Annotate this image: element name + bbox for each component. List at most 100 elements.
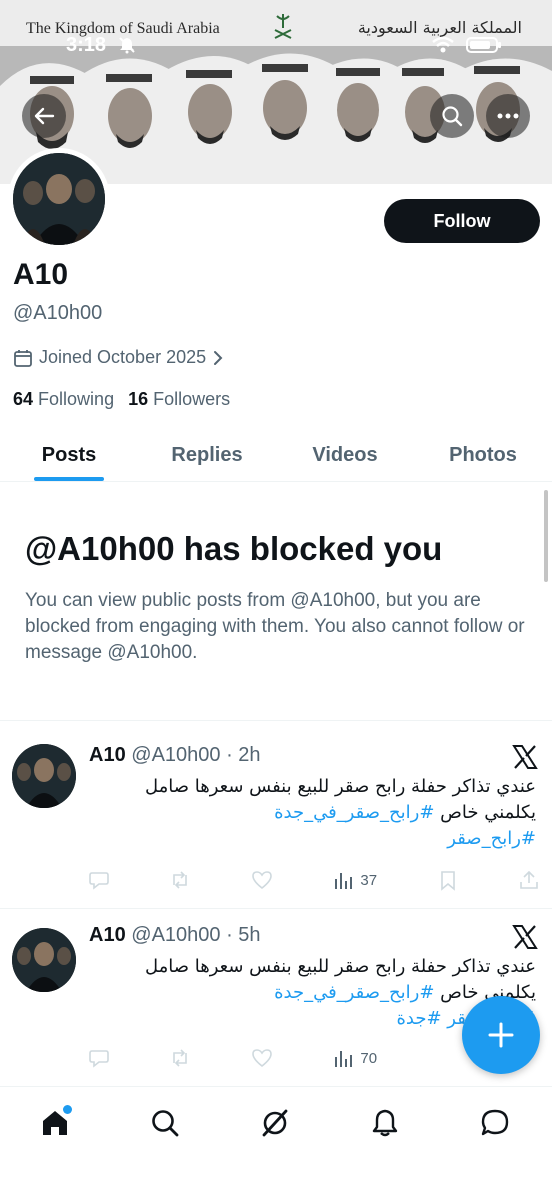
followers-label: Followers <box>153 389 231 409</box>
nav-messages[interactable] <box>475 1103 515 1143</box>
active-tab-indicator <box>34 477 104 481</box>
wifi-icon <box>432 36 454 53</box>
status-time: 3:18 <box>66 34 107 56</box>
follow-button[interactable]: Follow <box>384 199 540 243</box>
views-button[interactable]: 70 <box>332 1047 377 1069</box>
post-line: عندي تذاكر حفلة رابح صقر للبيع بنفس سعره… <box>144 776 536 797</box>
x-logo-icon <box>512 745 538 769</box>
avatar-photo <box>12 744 76 808</box>
tab-replies[interactable]: Replies <box>138 430 276 481</box>
post-avatar[interactable] <box>12 744 76 808</box>
x-logo-icon <box>512 925 538 949</box>
banner-title-ar: المملكة العربية السعودية <box>357 18 522 37</box>
plus-icon <box>488 1022 514 1048</box>
nav-home[interactable] <box>35 1103 75 1143</box>
profile-handle: @A10h00 <box>13 302 103 324</box>
views-chart-icon <box>335 1051 353 1067</box>
grok-icon <box>262 1109 288 1137</box>
post-actions: 37 <box>88 868 540 892</box>
nav-search[interactable] <box>145 1103 185 1143</box>
more-options-button[interactable] <box>486 94 530 138</box>
tab-posts[interactable]: Posts <box>0 430 138 481</box>
repost-button[interactable] <box>169 869 191 891</box>
repost-button[interactable] <box>169 1047 191 1069</box>
views-chart-icon <box>335 873 353 889</box>
share-icon <box>520 870 538 889</box>
profile-tabs: Posts Replies Videos Photos <box>0 430 552 482</box>
post-plain-text: يكلمني خاص <box>440 802 536 823</box>
avatar-photo <box>12 928 76 992</box>
post-meta: @A10h00 · 2h <box>131 744 261 766</box>
followers-count: 16 <box>128 389 149 409</box>
post-line: #رابح_صقر <box>86 826 536 852</box>
calendar-icon <box>14 349 32 367</box>
bell-icon <box>372 1109 398 1137</box>
nav-grok[interactable] <box>255 1103 295 1143</box>
post-author-name[interactable]: A10 <box>89 924 126 946</box>
repost-icon <box>173 871 188 889</box>
post-author-name[interactable]: A10 <box>89 744 126 766</box>
hashtag-link[interactable]: #جدة <box>396 1008 441 1029</box>
heart-icon <box>252 871 272 890</box>
bottom-navigation <box>0 1086 552 1200</box>
message-bubble-icon <box>481 1109 509 1136</box>
blocked-title: @A10h00 has blocked you <box>25 530 443 567</box>
tab-label: Photos <box>449 444 517 466</box>
following-label: Following <box>38 389 115 409</box>
search-button[interactable] <box>430 94 474 138</box>
hashtag-link[interactable]: #رابح_صقر_في_جدة <box>274 982 434 1003</box>
divider <box>0 720 552 721</box>
profile-name: A10 <box>13 258 69 291</box>
joined-label: Joined October 2025 <box>39 347 207 367</box>
post-text: عندي تذاكر حفلة رابح صقر للبيع بنفس سعره… <box>86 774 536 852</box>
hashtag-link[interactable]: #رابح_صقر <box>447 828 536 849</box>
saudi-emblem-icon <box>274 14 292 39</box>
scrollbar[interactable] <box>544 490 548 582</box>
repost-icon <box>173 1049 188 1067</box>
nav-notifications[interactable] <box>365 1103 405 1143</box>
views-count: 70 <box>360 1049 378 1067</box>
post-item[interactable]: A10 @A10h00 · 2h عندي تذاكر حفلة رابح صق… <box>0 722 552 908</box>
following-count: 64 <box>13 389 34 409</box>
tab-videos[interactable]: Videos <box>276 430 414 481</box>
compose-post-button[interactable] <box>462 996 540 1074</box>
tab-label: Posts <box>41 444 97 466</box>
profile-avatar[interactable] <box>8 148 110 250</box>
hashtag-link[interactable]: #رابح_صقر_في_جدة <box>274 802 434 823</box>
avatar-photo <box>13 153 105 245</box>
reply-button[interactable] <box>88 1047 110 1069</box>
notification-dot <box>63 1105 72 1114</box>
search-icon <box>152 1110 179 1137</box>
tab-photos[interactable]: Photos <box>414 430 552 481</box>
following-link[interactable]: 64 Following <box>13 389 114 410</box>
post-line: عندي تذاكر حفلة رابح صقر للبيع بنفس سعره… <box>144 956 536 977</box>
reply-icon <box>89 872 109 890</box>
bookmark-icon <box>440 871 455 891</box>
post-line: يكلمني خاص #رابح_صقر_في_جدة <box>86 800 536 826</box>
like-button[interactable] <box>251 1047 273 1069</box>
share-button[interactable] <box>518 869 540 891</box>
like-button[interactable] <box>251 869 273 891</box>
reply-button[interactable] <box>88 869 110 891</box>
views-button[interactable]: 37 <box>332 869 377 891</box>
bookmark-button[interactable] <box>437 869 459 891</box>
reply-icon <box>89 1050 109 1068</box>
post-meta: @A10h00 · 5h <box>131 924 261 946</box>
more-dots-icon <box>497 113 519 119</box>
followers-link[interactable]: 16 Followers <box>128 389 230 410</box>
silent-bell-icon <box>119 37 135 54</box>
heart-icon <box>252 1049 272 1068</box>
joined-date[interactable]: Joined October 2025 <box>13 347 224 368</box>
tab-label: Replies <box>171 444 243 466</box>
post-header: A10 @A10h00 · 2h <box>89 744 261 767</box>
battery-icon <box>466 37 501 53</box>
chevron-right-icon <box>214 350 223 365</box>
search-icon <box>442 106 463 127</box>
post-line: يكلمني خاص #رابح_صقر_في_جدة <box>86 980 536 1006</box>
follow-counts: 64 Following 16 Followers <box>13 389 230 410</box>
back-button[interactable] <box>22 94 66 138</box>
tab-label: Videos <box>312 444 378 466</box>
arrow-left-icon <box>34 107 55 125</box>
post-header: A10 @A10h00 · 5h <box>89 924 261 947</box>
post-avatar[interactable] <box>12 928 76 992</box>
